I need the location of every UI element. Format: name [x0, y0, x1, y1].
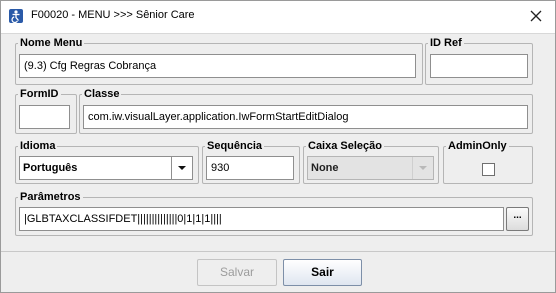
nome-menu-field[interactable]: (9.3) Cfg Regras Cobrança — [19, 54, 416, 78]
chevron-down-icon[interactable] — [171, 157, 192, 179]
caixa-selecao-label: Caixa Seleção — [308, 140, 382, 152]
id-ref-label: ID Ref — [430, 37, 462, 49]
admin-only-label: AdminOnly — [448, 140, 507, 152]
title-bar[interactable]: F00020 - MENU >>> Sênior Care — [1, 1, 555, 34]
ellipsis-label: ... — [513, 210, 522, 221]
admin-only-group: AdminOnly — [443, 140, 533, 184]
id-ref-field[interactable] — [430, 54, 528, 78]
parametros-field[interactable]: |GLBTAXCLASSIFDET||||||||||||||0|1|1|1||… — [19, 207, 504, 231]
parametros-label: Parâmetros — [20, 191, 81, 203]
idioma-label: Idioma — [20, 140, 56, 152]
parametros-browse-button[interactable]: ... — [506, 207, 529, 231]
caixa-selecao-selected: None — [311, 162, 339, 174]
accessibility-icon — [9, 9, 23, 23]
form-id-label: FormID — [20, 88, 59, 100]
dialog-window: F00020 - MENU >>> Sênior Care Nome Menu … — [0, 0, 556, 293]
salvar-button[interactable]: Salvar — [197, 259, 277, 286]
sequencia-field[interactable]: 930 — [206, 156, 294, 180]
classe-label: Classe — [84, 88, 120, 100]
nome-menu-label: Nome Menu — [20, 37, 83, 49]
sair-button[interactable]: Sair — [283, 259, 362, 286]
caixa-selecao-dropdown[interactable]: None — [307, 156, 434, 180]
form-id-field[interactable] — [19, 105, 70, 129]
classe-field[interactable]: com.iw.visualLayer.application.IwFormSta… — [83, 105, 528, 129]
idioma-selected: Português — [23, 162, 78, 174]
sequencia-label: Sequência — [207, 140, 263, 152]
window-title: F00020 - MENU >>> Sênior Care — [31, 9, 195, 21]
idioma-dropdown[interactable]: Português — [19, 156, 193, 180]
chevron-down-icon[interactable] — [412, 157, 433, 179]
footer-divider — [1, 251, 555, 252]
close-icon[interactable] — [529, 9, 543, 23]
admin-only-checkbox[interactable] — [482, 163, 495, 176]
